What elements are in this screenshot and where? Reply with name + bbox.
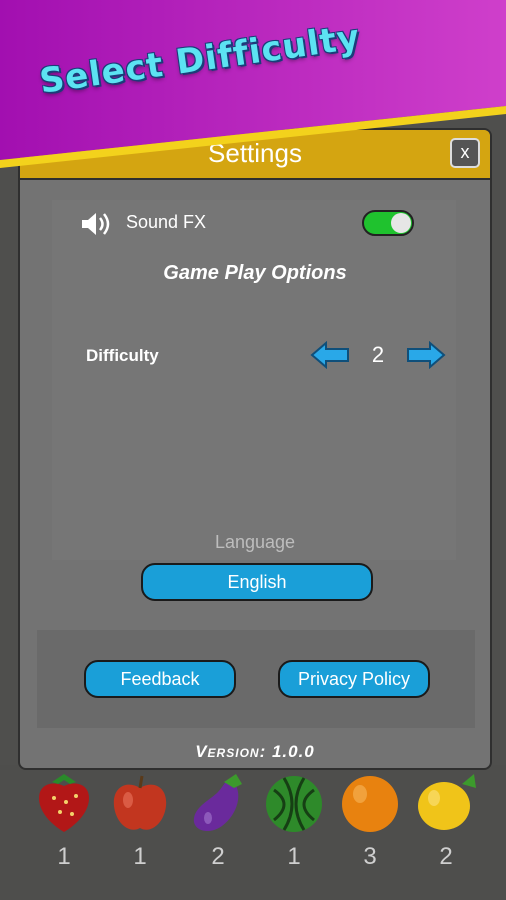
difficulty-value: 2 (371, 342, 385, 367)
orange-icon (342, 776, 398, 832)
sound-fx-row: Sound FX (80, 208, 420, 238)
watermelon-icon (266, 776, 322, 832)
apple-icon (113, 775, 167, 830)
feedback-button[interactable]: Feedback (84, 660, 236, 698)
toggle-knob (391, 213, 411, 233)
privacy-policy-button[interactable]: Privacy Policy (278, 660, 430, 698)
apple-count: 1 (133, 843, 147, 870)
eggplant-count: 2 (211, 843, 225, 870)
game-play-options-heading: Game Play Options (163, 262, 347, 284)
select-difficulty-banner: Select Difficulty (0, 0, 506, 175)
game-screen: 1 1 2 1 3 2 Settings x Sound FX Game Pla… (0, 0, 506, 900)
orange-count: 3 (363, 843, 377, 870)
strawberry-icon (39, 774, 89, 832)
version-text: Version: 1.0.0 (195, 742, 315, 761)
lemon-count: 2 (439, 843, 453, 870)
watermelon-count: 1 (287, 843, 301, 870)
strawberry-count: 1 (57, 843, 71, 870)
sound-fx-toggle[interactable] (362, 210, 414, 236)
settings-panel: Settings x Sound FX Game Play Options Di… (18, 128, 492, 770)
difficulty-increase-arrow-icon[interactable] (406, 341, 446, 369)
eggplant-icon (193, 774, 242, 832)
speaker-icon (82, 213, 110, 235)
options-area (52, 200, 456, 560)
difficulty-label: Difficulty (86, 346, 159, 365)
language-label: Language (214, 532, 296, 552)
difficulty-decrease-arrow-icon[interactable] (310, 341, 350, 369)
fruit-counter-row: 1 1 2 1 3 2 (0, 765, 506, 900)
language-button[interactable]: English (141, 563, 373, 601)
sound-fx-label: Sound FX (126, 212, 207, 232)
lemon-icon (418, 774, 476, 830)
